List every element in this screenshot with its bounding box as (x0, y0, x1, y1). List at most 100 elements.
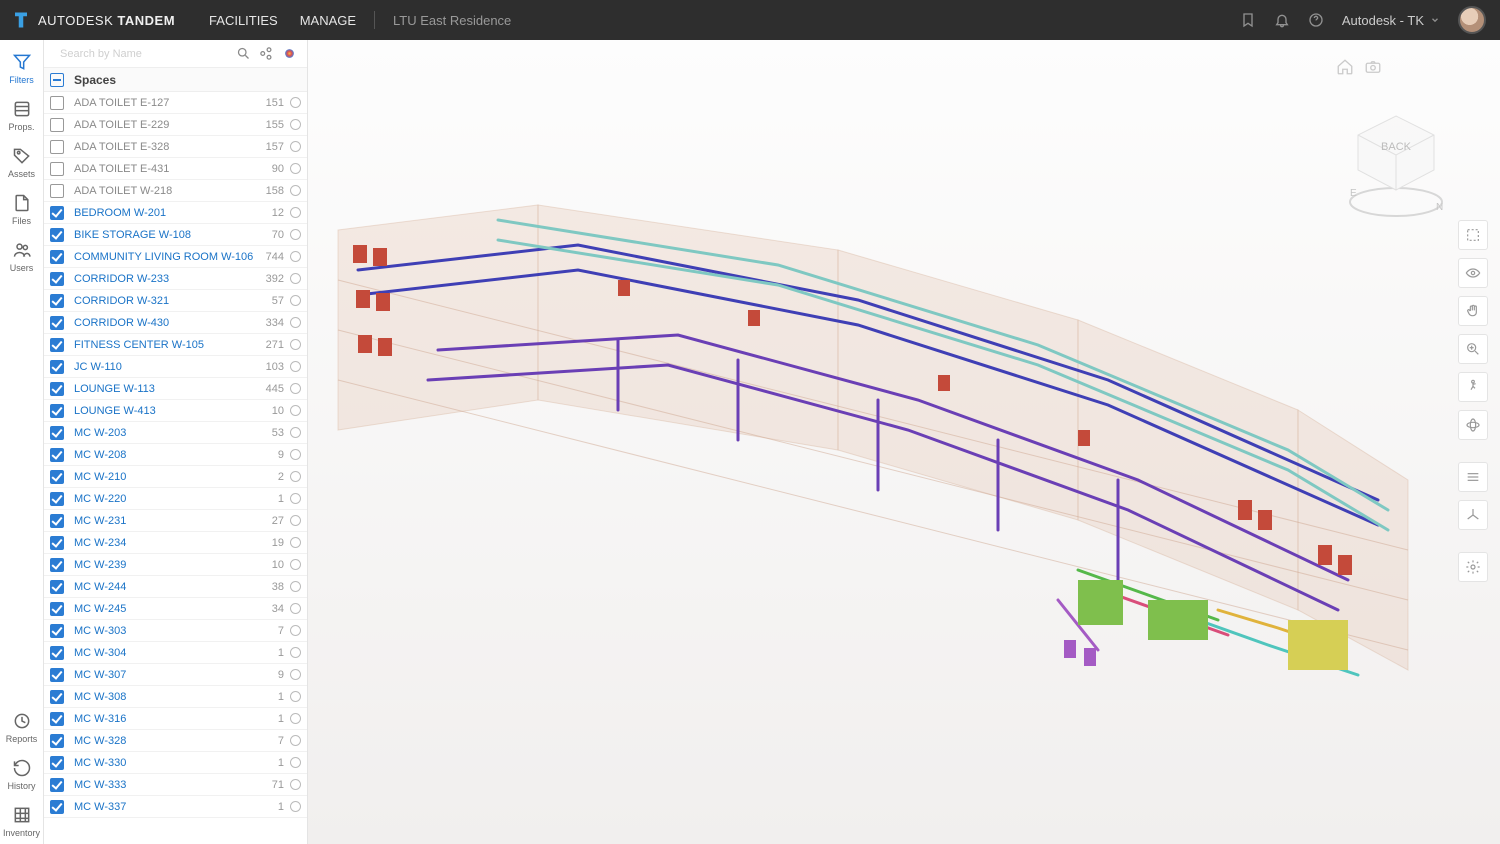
list-item[interactable]: MC W-33371 (44, 774, 307, 796)
cluster-icon[interactable] (259, 46, 274, 61)
space-checkbox[interactable] (50, 382, 64, 396)
space-checkbox[interactable] (50, 492, 64, 506)
space-indicator-icon[interactable] (290, 537, 301, 548)
tool-axes[interactable] (1458, 500, 1488, 530)
list-item[interactable]: MC W-3041 (44, 642, 307, 664)
rail-reports[interactable]: Reports (0, 703, 44, 750)
space-checkbox[interactable] (50, 316, 64, 330)
space-indicator-icon[interactable] (290, 669, 301, 680)
list-item[interactable]: BIKE STORAGE W-10870 (44, 224, 307, 246)
list-item[interactable]: MC W-20353 (44, 422, 307, 444)
nav-manage[interactable]: MANAGE (300, 13, 356, 28)
tool-zoom[interactable] (1458, 334, 1488, 364)
rail-users[interactable]: Users (0, 232, 44, 279)
space-checkbox[interactable] (50, 250, 64, 264)
space-checkbox[interactable] (50, 712, 64, 726)
space-indicator-icon[interactable] (290, 405, 301, 416)
list-item[interactable]: MC W-3287 (44, 730, 307, 752)
space-checkbox[interactable] (50, 206, 64, 220)
list-item[interactable]: BEDROOM W-20112 (44, 202, 307, 224)
help-icon[interactable] (1308, 12, 1324, 28)
space-checkbox[interactable] (50, 272, 64, 286)
space-checkbox[interactable] (50, 140, 64, 154)
space-checkbox[interactable] (50, 118, 64, 132)
space-checkbox[interactable] (50, 668, 64, 682)
space-checkbox[interactable] (50, 448, 64, 462)
space-indicator-icon[interactable] (290, 471, 301, 482)
palette-icon[interactable] (282, 46, 297, 61)
group-spaces-header[interactable]: Spaces (44, 68, 307, 92)
space-checkbox[interactable] (50, 580, 64, 594)
space-checkbox[interactable] (50, 184, 64, 198)
list-item[interactable]: LOUNGE W-113445 (44, 378, 307, 400)
space-indicator-icon[interactable] (290, 119, 301, 130)
space-checkbox[interactable] (50, 228, 64, 242)
space-indicator-icon[interactable] (290, 251, 301, 262)
space-indicator-icon[interactable] (290, 625, 301, 636)
tool-levels[interactable] (1458, 462, 1488, 492)
space-checkbox[interactable] (50, 558, 64, 572)
list-item[interactable]: MC W-2102 (44, 466, 307, 488)
search-icon[interactable] (236, 46, 251, 61)
camera-icon[interactable] (1364, 58, 1382, 76)
list-item[interactable]: ADA TOILET E-328157 (44, 136, 307, 158)
list-item[interactable]: CORRIDOR W-32157 (44, 290, 307, 312)
list-item[interactable]: CORRIDOR W-233392 (44, 268, 307, 290)
spaces-list[interactable]: ADA TOILET E-127151ADA TOILET E-229155AD… (44, 92, 307, 844)
space-indicator-icon[interactable] (290, 207, 301, 218)
tool-orbit[interactable] (1458, 410, 1488, 440)
space-indicator-icon[interactable] (290, 779, 301, 790)
list-item[interactable]: MC W-23419 (44, 532, 307, 554)
space-indicator-icon[interactable] (290, 339, 301, 350)
rail-props[interactable]: Props. (0, 91, 44, 138)
space-indicator-icon[interactable] (290, 295, 301, 306)
space-indicator-icon[interactable] (290, 559, 301, 570)
space-indicator-icon[interactable] (290, 647, 301, 658)
bell-icon[interactable] (1274, 12, 1290, 28)
list-item[interactable]: LOUNGE W-41310 (44, 400, 307, 422)
space-checkbox[interactable] (50, 404, 64, 418)
space-checkbox[interactable] (50, 800, 64, 814)
space-checkbox[interactable] (50, 294, 64, 308)
space-indicator-icon[interactable] (290, 603, 301, 614)
nav-facilities[interactable]: FACILITIES (209, 13, 278, 28)
list-item[interactable]: CORRIDOR W-430334 (44, 312, 307, 334)
list-item[interactable]: MC W-3371 (44, 796, 307, 818)
space-indicator-icon[interactable] (290, 493, 301, 504)
space-checkbox[interactable] (50, 624, 64, 638)
space-indicator-icon[interactable] (290, 229, 301, 240)
space-indicator-icon[interactable] (290, 273, 301, 284)
space-indicator-icon[interactable] (290, 691, 301, 702)
space-indicator-icon[interactable] (290, 185, 301, 196)
space-checkbox[interactable] (50, 756, 64, 770)
space-checkbox[interactable] (50, 470, 64, 484)
list-item[interactable]: MC W-3301 (44, 752, 307, 774)
space-checkbox[interactable] (50, 734, 64, 748)
list-item[interactable]: ADA TOILET E-43190 (44, 158, 307, 180)
space-checkbox[interactable] (50, 602, 64, 616)
list-item[interactable]: MC W-24534 (44, 598, 307, 620)
list-item[interactable]: MC W-3161 (44, 708, 307, 730)
space-checkbox[interactable] (50, 646, 64, 660)
bookmark-icon[interactable] (1240, 12, 1256, 28)
rail-assets[interactable]: Assets (0, 138, 44, 185)
space-indicator-icon[interactable] (290, 713, 301, 724)
space-indicator-icon[interactable] (290, 163, 301, 174)
space-indicator-icon[interactable] (290, 383, 301, 394)
space-checkbox[interactable] (50, 96, 64, 110)
space-indicator-icon[interactable] (290, 361, 301, 372)
space-indicator-icon[interactable] (290, 581, 301, 592)
space-indicator-icon[interactable] (290, 427, 301, 438)
space-checkbox[interactable] (50, 690, 64, 704)
rail-files[interactable]: Files (0, 185, 44, 232)
group-checkbox-indeterminate[interactable] (50, 73, 64, 87)
list-item[interactable]: ADA TOILET E-127151 (44, 92, 307, 114)
list-item[interactable]: MC W-2201 (44, 488, 307, 510)
tool-settings[interactable] (1458, 552, 1488, 582)
space-indicator-icon[interactable] (290, 757, 301, 768)
tool-hand[interactable] (1458, 296, 1488, 326)
space-indicator-icon[interactable] (290, 449, 301, 460)
list-item[interactable]: MC W-23127 (44, 510, 307, 532)
list-item[interactable]: ADA TOILET W-218158 (44, 180, 307, 202)
space-indicator-icon[interactable] (290, 141, 301, 152)
